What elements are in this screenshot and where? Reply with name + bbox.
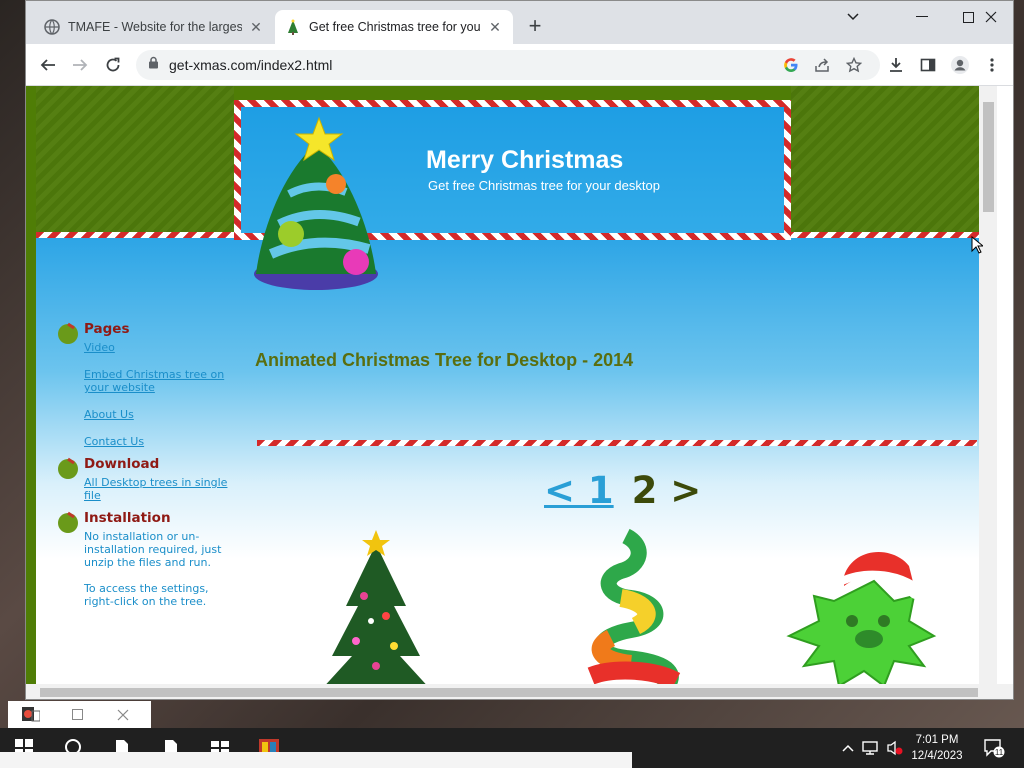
tab-tmafe[interactable]: TMAFE - Website for the largest f ✕	[34, 10, 274, 44]
chevron-down-icon[interactable]	[830, 5, 876, 29]
minimized-window-controls	[8, 701, 151, 728]
sidebar-installation: Installation No installation or un-insta…	[54, 510, 234, 608]
candy-stripe-right	[786, 232, 991, 238]
browser-toolbar: get-xmas.com/index2.html	[26, 44, 1013, 86]
profile-avatar-icon[interactable]	[947, 52, 973, 78]
clock-time: 7:01 PM	[915, 734, 959, 746]
close-window-button[interactable]	[968, 5, 1013, 29]
horizontal-scrollbar[interactable]	[26, 684, 1013, 699]
download-icon[interactable]	[883, 52, 909, 78]
tab-title: TMAFE - Website for the largest f	[68, 20, 242, 34]
ornament-icon	[58, 511, 78, 533]
sidebar-link-about[interactable]: About Us	[84, 408, 234, 421]
side-panel-icon[interactable]	[915, 52, 941, 78]
sidebar-download-title: Download	[84, 456, 160, 472]
notification-center-icon[interactable]: 11	[982, 736, 1006, 760]
vertical-scroll-thumb[interactable]	[983, 102, 994, 212]
share-icon[interactable]	[813, 56, 831, 74]
reload-button[interactable]	[100, 52, 126, 78]
install-instructions: No installation or un-installation requi…	[84, 530, 222, 569]
christmas-tree-logo	[254, 116, 378, 290]
vertical-scrollbar[interactable]	[979, 86, 997, 684]
close-icon[interactable]	[100, 709, 146, 721]
spiral-tree-image[interactable]	[551, 526, 701, 684]
page-heading: Animated Christmas Tree for Desktop - 20…	[255, 350, 634, 370]
tab-strip: TMAFE - Website for the largest f ✕ Get …	[26, 1, 1013, 44]
sidebar-link-video[interactable]: Video	[84, 341, 234, 354]
site-title: Merry Christmas	[426, 146, 624, 174]
google-lens-icon[interactable]	[782, 56, 800, 74]
sidebar-pages-title: Pages	[84, 321, 130, 337]
tab-get-xmas[interactable]: Get free Christmas tree for your d ✕	[275, 10, 513, 44]
decorated-tree-image[interactable]	[316, 526, 436, 684]
sidebar-download: Download All Desktop trees in single fil…	[54, 456, 234, 502]
clock-date: 12/4/2023	[911, 750, 963, 762]
minimize-button[interactable]	[899, 5, 945, 29]
sidebar: Pages Video Embed Christmas tree on your…	[54, 321, 234, 616]
forward-button[interactable]	[67, 52, 93, 78]
ornament-icon	[58, 322, 78, 344]
url-text[interactable]: get-xmas.com/index2.html	[169, 57, 332, 73]
page-viewport: Merry Christmas Get free Christmas tree …	[26, 86, 1013, 699]
new-tab-button[interactable]: +	[523, 15, 547, 39]
pager-next-link[interactable]: 2 >	[632, 469, 702, 512]
header-pattern-right	[791, 86, 991, 234]
close-tab-icon[interactable]: ✕	[487, 19, 503, 36]
kebab-menu-icon[interactable]	[979, 52, 1005, 78]
network-icon[interactable]	[859, 736, 883, 760]
site-subtitle: Get free Christmas tree for your desktop	[428, 178, 660, 193]
back-button[interactable]	[35, 52, 61, 78]
candy-divider	[257, 440, 977, 446]
volume-muted-icon[interactable]	[883, 736, 907, 760]
close-tab-icon[interactable]: ✕	[248, 19, 264, 36]
app-thumbnail-icon[interactable]	[8, 706, 54, 723]
notification-count: 11	[994, 748, 1004, 757]
address-bar[interactable]: get-xmas.com/index2.html	[136, 50, 880, 80]
browser-window: TMAFE - Website for the largest f ✕ Get …	[25, 0, 1014, 700]
bookmark-star-icon[interactable]	[845, 56, 863, 74]
system-clock[interactable]: 7:01 PM 12/4/2023	[905, 732, 969, 764]
sidebar-pages: Pages Video Embed Christmas tree on your…	[54, 321, 234, 448]
globe-icon	[44, 19, 60, 35]
pager-prev-link[interactable]: < 1	[544, 469, 614, 512]
taskbar-overlay-strip	[0, 752, 632, 768]
christmas-tree-icon	[285, 19, 301, 35]
web-page: Merry Christmas Get free Christmas tree …	[26, 86, 997, 684]
chevron-up-icon[interactable]	[836, 736, 860, 760]
lock-icon[interactable]	[148, 56, 159, 74]
sidebar-link-embed[interactable]: Embed Christmas tree on your website	[84, 368, 234, 394]
candy-stripe-left	[36, 232, 241, 238]
ornament-icon	[58, 457, 78, 479]
settings-hint: To access the settings, right-click on t…	[84, 582, 209, 608]
sidebar-link-contact[interactable]: Contact Us	[84, 435, 234, 448]
tab-title: Get free Christmas tree for your d	[309, 20, 481, 34]
restore-button[interactable]	[54, 709, 100, 720]
sidebar-installation-title: Installation	[84, 510, 171, 526]
pagination: < 1 2 >	[544, 469, 701, 512]
horizontal-scroll-thumb[interactable]	[40, 688, 978, 697]
header-pattern-left	[36, 86, 234, 234]
cartoon-tree-image[interactable]	[784, 541, 944, 684]
mouse-cursor-icon	[971, 236, 983, 254]
sidebar-link-all-trees[interactable]: All Desktop trees in single file	[84, 476, 234, 502]
